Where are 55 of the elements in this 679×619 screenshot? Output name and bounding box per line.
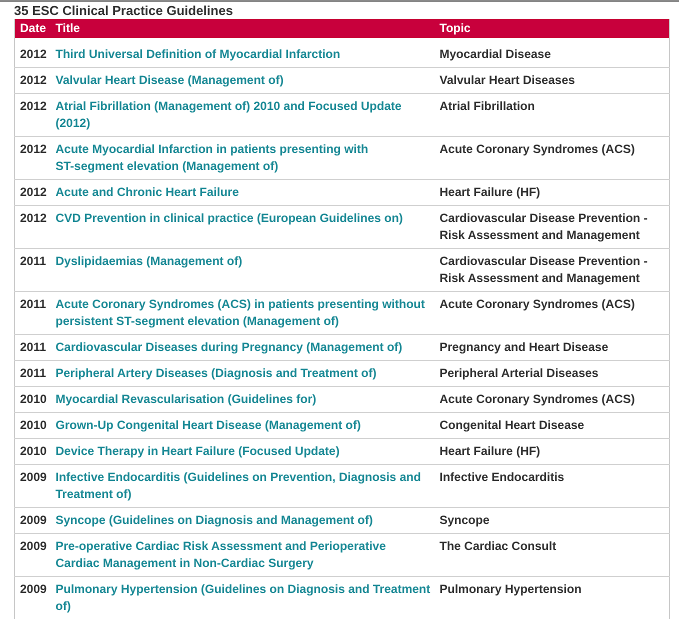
topic-cell: Acute Coronary Syndromes (ACS) <box>434 386 670 412</box>
guideline-link[interactable]: Acute Myocardial Infarction in patients presenting with ST-segment elevation (Management of) <box>56 141 368 175</box>
date-cell: 2011 <box>14 292 50 334</box>
guideline-link[interactable]: Peripheral Artery Diseases (Diagnosis and Treatment of) <box>56 365 376 382</box>
topic-cell: Pregnancy and Heart Disease <box>434 334 670 360</box>
guideline-link[interactable]: Pulmonary Hypertension (Guidelines on Diagnosis and Treatment of) <box>56 581 430 615</box>
topic-cell: Heart Failure (HF) <box>434 438 670 464</box>
date-cell: 2009 <box>14 508 50 534</box>
date-cell: 2011 <box>14 248 50 292</box>
date-cell: 2010 <box>14 412 50 438</box>
guideline-link[interactable]: Pre-operative Cardiac Risk Assessment and Perioperative Cardiac Management in Non-Cardiac Surgery <box>56 538 386 572</box>
topic-cell: Atrial Fibrillation <box>434 94 670 136</box>
guideline-link[interactable]: CVD Prevention in clinical practice (European Guidelines on) <box>56 210 403 227</box>
topic-cell: Valvular Heart Diseases <box>434 68 670 94</box>
column-header: Date <box>14 19 50 38</box>
date-cell: 2012 <box>14 42 50 68</box>
date-cell: 2012 <box>14 180 50 206</box>
guideline-link[interactable]: Cardiovascular Diseases during Pregnancy (Management of) <box>56 339 402 356</box>
topic-cell: The Cardiac Consult <box>434 534 670 576</box>
guideline-link[interactable]: Dyslipidaemias (Management of) <box>56 253 242 270</box>
column-header: Topic <box>434 19 670 38</box>
topic-cell: Peripheral Arterial Diseases <box>434 360 670 386</box>
guideline-link[interactable]: Acute and Chronic Heart Failure <box>56 184 239 201</box>
date-cell: 2012 <box>14 206 50 248</box>
topic-cell: Pulmonary Hypertension <box>434 576 670 619</box>
page-heading: 35 ESC Clinical Practice Guidelines <box>14 2 234 19</box>
guideline-link[interactable]: Grown-Up Congenital Heart Disease (Management of) <box>56 417 361 434</box>
guideline-link[interactable]: Atrial Fibrillation (Management of) 2010 and Focused Update (2012) <box>56 98 402 132</box>
topic-cell: Cardiovascular Disease Prevention - Risk Assessment and Management <box>434 248 670 292</box>
column-header: Title <box>50 19 434 38</box>
topic-cell: Infective Endocarditis <box>434 464 670 508</box>
date-cell: 2010 <box>14 438 50 464</box>
guideline-link[interactable]: Valvular Heart Disease (Management of) <box>56 72 284 89</box>
topic-cell: Acute Coronary Syndromes (ACS) <box>434 136 670 180</box>
date-cell: 2011 <box>14 334 50 360</box>
guideline-link[interactable]: Third Universal Definition of Myocardial Infarction <box>56 46 340 63</box>
topic-cell: Acute Coronary Syndromes (ACS) <box>434 292 670 334</box>
topic-cell: Congenital Heart Disease <box>434 412 670 438</box>
topic-cell: Heart Failure (HF) <box>434 180 670 206</box>
date-cell: 2009 <box>14 534 50 576</box>
date-cell: 2012 <box>14 94 50 136</box>
topic-cell: Cardiovascular Disease Prevention - Risk Assessment and Management <box>434 206 670 248</box>
topic-cell: Syncope <box>434 508 670 534</box>
guideline-link[interactable]: Acute Coronary Syndromes (ACS) in patients presenting without persistent ST-segment elevation (Management of) <box>56 296 425 330</box>
date-cell: 2012 <box>14 136 50 180</box>
date-cell: 2009 <box>14 464 50 508</box>
date-cell: 2011 <box>14 360 50 386</box>
topic-cell: Myocardial Disease <box>434 42 670 68</box>
guideline-link[interactable]: Device Therapy in Heart Failure (Focused Update) <box>56 443 340 460</box>
guideline-link[interactable]: Infective Endocarditis (Guidelines on Prevention, Diagnosis and Treatment of) <box>56 469 421 503</box>
guideline-link[interactable]: Myocardial Revascularisation (Guidelines for) <box>56 391 316 408</box>
date-cell: 2010 <box>14 386 50 412</box>
date-cell: 2009 <box>14 576 50 619</box>
date-cell: 2012 <box>14 68 50 94</box>
guideline-link[interactable]: Syncope (Guidelines on Diagnosis and Management of) <box>56 512 373 529</box>
